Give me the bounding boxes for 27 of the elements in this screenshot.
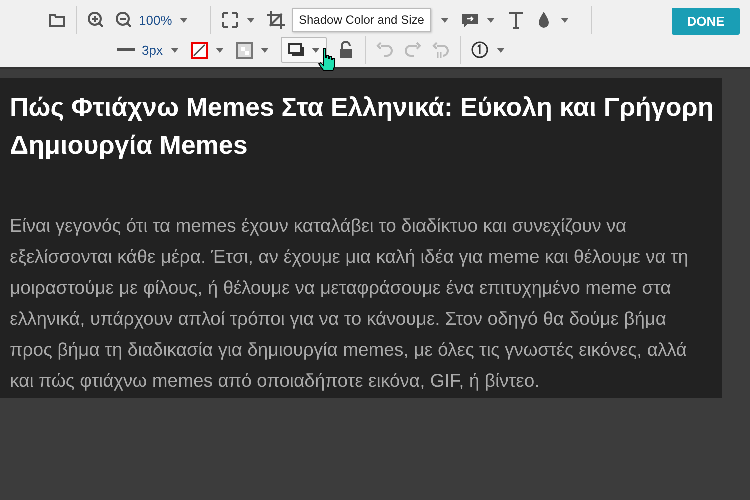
caret-icon[interactable] bbox=[216, 48, 224, 52]
crop-icon[interactable] bbox=[267, 11, 286, 29]
hand-cursor-icon bbox=[318, 48, 336, 72]
tooltip: Shadow Color and Size bbox=[292, 8, 432, 32]
article-title: Πώς Φτιάχνω Memes Στα Ελληνικά: Εύκολη και Γρήγορη Δημιουργία Memes bbox=[10, 91, 714, 162]
folder-icon[interactable] bbox=[48, 11, 66, 29]
caret-icon[interactable] bbox=[180, 18, 188, 22]
zoom-level[interactable]: 100% bbox=[139, 12, 172, 28]
caret-icon[interactable] bbox=[170, 48, 179, 52]
speech-bubble-icon[interactable] bbox=[461, 11, 480, 29]
circled-number-icon[interactable] bbox=[470, 41, 489, 59]
zoom-in-icon[interactable] bbox=[87, 11, 105, 29]
caret-icon[interactable] bbox=[260, 48, 269, 52]
text-icon[interactable] bbox=[507, 11, 526, 29]
checker-icon[interactable] bbox=[236, 42, 253, 58]
caret-icon[interactable] bbox=[496, 48, 505, 52]
caret-icon[interactable] bbox=[487, 18, 496, 22]
article-body: Είναι γεγονός ότι τα memes έχουν καταλάβει το διαδίκτυο και συνεχίζουν να εξελίσσονται κάθε μέρα. Έτσι, αν έχουμε μια καλή ιδέα για meme και θέλουμε να τη μοιραστούμε με φίλους, ή θέλουμε να μεταφράσουμε ένα επιτυχημένο meme στα ελληνικά, υπάρχουν απλοί τρόποι για να το κάνουμε. Στον οδηγό θα δούμε βήμα προς βήμα τη διαδικασία για δημιουργία memes, με όλες τις γνωστές εικόνες, αλλά και πώς φτιάχνω memes από οποιαδήποτε εικόνα, GIF, ή βίντεο. bbox=[10, 214, 690, 393]
no-fill-icon[interactable] bbox=[190, 42, 208, 58]
caret-icon bbox=[312, 48, 320, 52]
shadow-icon bbox=[288, 43, 304, 57]
zoom-out-icon[interactable] bbox=[115, 11, 133, 29]
fullscreen-icon[interactable] bbox=[221, 11, 240, 29]
stroke-width[interactable]: 3px bbox=[142, 42, 163, 58]
caret-icon[interactable] bbox=[441, 18, 450, 22]
caret-icon[interactable] bbox=[561, 18, 570, 22]
caret-icon[interactable] bbox=[247, 18, 256, 22]
